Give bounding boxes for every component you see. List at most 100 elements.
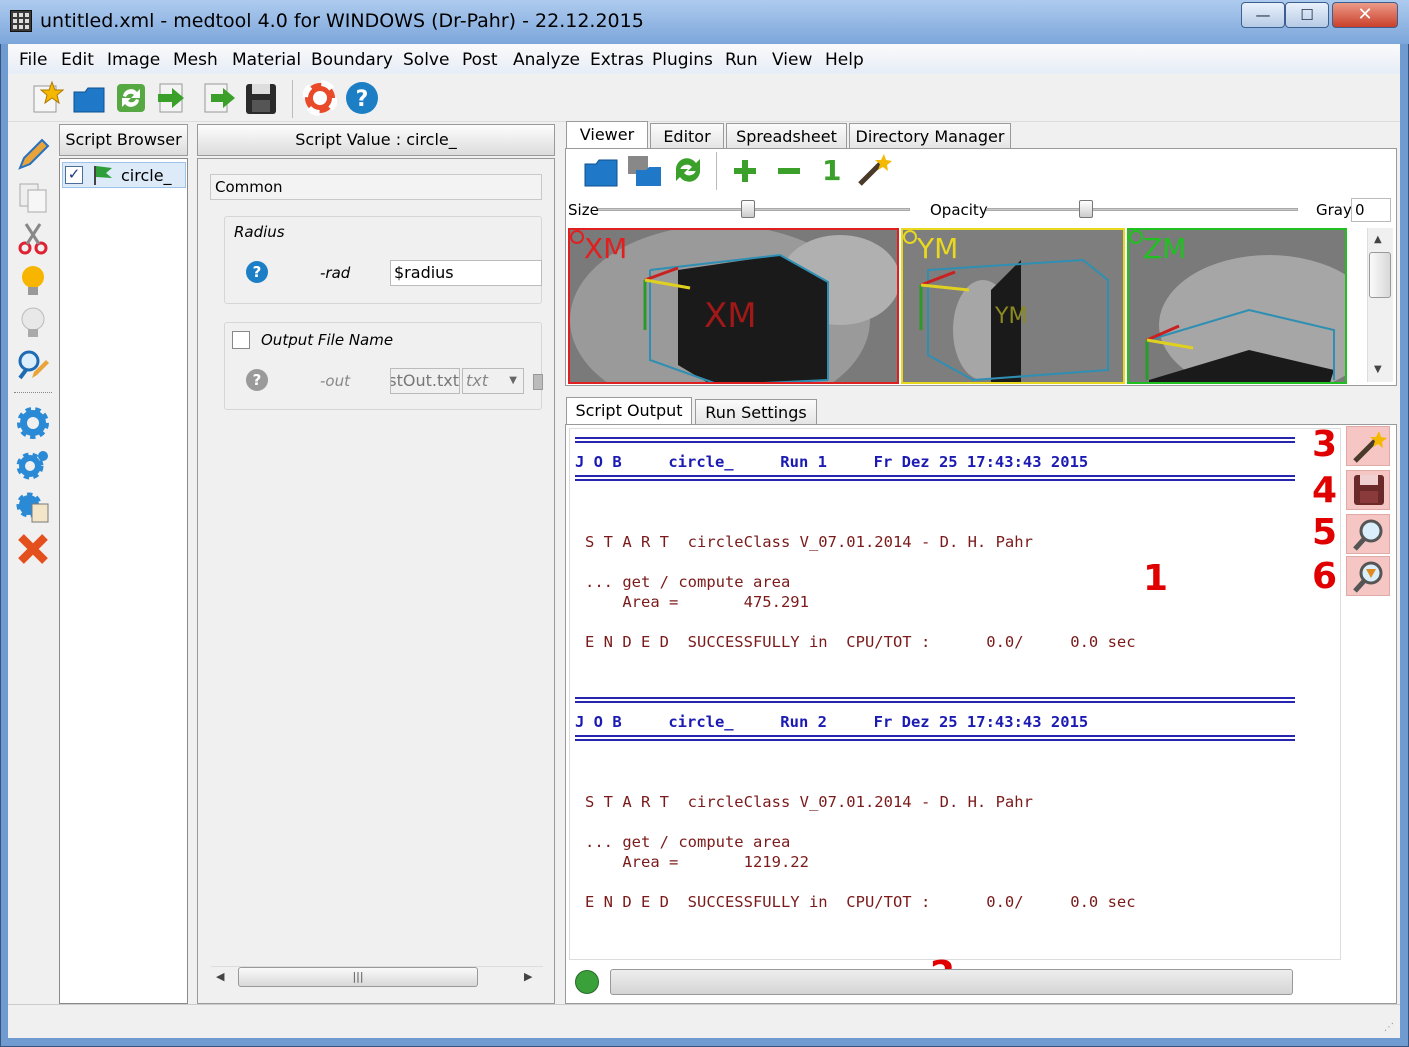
- menu-mesh[interactable]: Mesh: [173, 50, 218, 70]
- view-xm[interactable]: XM XM: [568, 228, 899, 384]
- run1-get-line: ... get / compute area: [585, 573, 791, 591]
- resize-grip-icon[interactable]: ⋰: [1384, 1022, 1394, 1033]
- run2-start-line: S T A R T circleClass V_07.01.2014 - D. …: [585, 793, 1033, 811]
- reload-icon[interactable]: [115, 80, 149, 116]
- scroll-down-icon[interactable]: ▼: [1374, 364, 1382, 375]
- menu-analyze[interactable]: Analyze: [513, 50, 580, 70]
- file-browse-icon: [533, 374, 543, 390]
- view-xm-inner-label: XM: [704, 296, 757, 336]
- outfile-ext-select: txt ▼: [462, 368, 524, 394]
- script-value-header[interactable]: Script Value : circle_: [197, 124, 555, 156]
- search-edit-icon[interactable]: [16, 348, 50, 382]
- menu-extras[interactable]: Extras: [590, 50, 644, 70]
- svg-text:?: ?: [356, 87, 369, 112]
- tab-run-settings[interactable]: Run Settings: [695, 399, 817, 426]
- tab-viewer[interactable]: Viewer: [566, 121, 648, 150]
- viewer-scroll-thumb[interactable]: [1369, 252, 1391, 298]
- menu-plugins[interactable]: Plugins: [652, 50, 713, 70]
- open-folder-icon[interactable]: [584, 152, 620, 188]
- view-zm[interactable]: ZM: [1127, 228, 1347, 384]
- close-button[interactable]: ✕: [1332, 2, 1398, 28]
- view-ym-label: YM: [917, 232, 959, 265]
- menu-help[interactable]: Help: [825, 50, 864, 70]
- gears-icon[interactable]: [16, 448, 50, 482]
- gray-label: Gray: [1316, 201, 1352, 219]
- section-common[interactable]: Common: [210, 174, 542, 200]
- menu-file[interactable]: File: [19, 50, 47, 70]
- help-question-icon[interactable]: ?: [345, 80, 379, 116]
- new-star-icon[interactable]: [30, 80, 65, 116]
- save-disk-button[interactable]: [1346, 470, 1390, 510]
- lightbulb-on-icon[interactable]: [16, 264, 50, 298]
- toolbar-separator: [292, 80, 293, 118]
- run2-get-line: ... get / compute area: [585, 833, 791, 851]
- reset-one-button[interactable]: 1: [822, 154, 841, 187]
- opacity-slider[interactable]: [986, 208, 1298, 211]
- zoom-in-plus-icon[interactable]: [732, 158, 758, 184]
- save-disk-icon[interactable]: [244, 80, 278, 116]
- wand-button[interactable]: [1346, 426, 1390, 466]
- tree-item-label: circle_: [121, 166, 172, 185]
- script-browser-header[interactable]: Script Browser: [59, 124, 188, 156]
- script-browser: [59, 158, 188, 1004]
- run2-area-line: Area = 1219.22: [585, 853, 809, 871]
- run2-ended-line: E N D E D SUCCESSFULLY in CPU/TOT : 0.0/…: [585, 893, 1136, 911]
- open-folder-icon[interactable]: [72, 80, 106, 116]
- scissors-icon[interactable]: [16, 222, 50, 256]
- size-label: Size: [568, 201, 599, 219]
- separator-rule: [575, 735, 1295, 741]
- ext-value: txt: [466, 371, 489, 390]
- menu-edit[interactable]: Edit: [61, 50, 94, 70]
- gear-clipboard-icon[interactable]: [16, 490, 50, 524]
- scroll-up-icon[interactable]: ▲: [1374, 234, 1382, 245]
- refresh-icon[interactable]: [670, 152, 706, 188]
- tab-editor[interactable]: Editor: [650, 123, 724, 150]
- copy-icon[interactable]: [16, 180, 50, 214]
- tab-script-output[interactable]: Script Output: [566, 397, 692, 426]
- zoom-out-minus-icon[interactable]: [776, 158, 802, 184]
- zoom-down-button[interactable]: [1346, 556, 1390, 596]
- callout-3: 3: [1312, 424, 1338, 465]
- param-out: -out: [320, 372, 350, 390]
- menu-image[interactable]: Image: [107, 50, 160, 70]
- pencil-icon[interactable]: [16, 138, 50, 172]
- menu-view[interactable]: View: [772, 50, 812, 70]
- view-zm-label: ZM: [1143, 232, 1187, 265]
- magic-wand-icon[interactable]: [856, 152, 894, 188]
- menu-material[interactable]: Material: [232, 50, 301, 70]
- viewer-toolbar-separator: [716, 152, 717, 190]
- run1-ended-line: E N D E D SUCCESSFULLY in CPU/TOT : 0.0/…: [585, 633, 1136, 651]
- script-output-console[interactable]: J O B circle_ Run 1 Fr Dez 25 17:43:43 2…: [569, 428, 1341, 960]
- help-lifebuoy-icon[interactable]: [302, 80, 338, 116]
- maximize-button[interactable]: ☐: [1285, 2, 1329, 28]
- import-icon[interactable]: [156, 80, 190, 116]
- scroll-left-icon[interactable]: ◀: [216, 970, 224, 983]
- scroll-right-icon[interactable]: ▶: [524, 970, 532, 983]
- gear-icon[interactable]: [16, 406, 50, 440]
- tab-directory-manager[interactable]: Directory Manager: [849, 123, 1011, 150]
- help-question-icon[interactable]: ?: [246, 261, 268, 283]
- size-slider-thumb[interactable]: [740, 200, 755, 218]
- open-series-icon[interactable]: [626, 152, 662, 188]
- item-checkbox[interactable]: ✓: [65, 166, 83, 184]
- help-question-icon-disabled: ?: [246, 369, 268, 391]
- menu-boundary[interactable]: Boundary: [311, 50, 393, 70]
- menu-post[interactable]: Post: [462, 50, 498, 70]
- tab-spreadsheet[interactable]: Spreadsheet: [726, 123, 847, 150]
- minimize-button[interactable]: —: [1241, 2, 1285, 28]
- flag-icon: [92, 164, 114, 186]
- opacity-slider-thumb[interactable]: [1078, 200, 1093, 218]
- gray-input[interactable]: 0: [1351, 198, 1391, 222]
- zoom-button[interactable]: [1346, 514, 1390, 554]
- lightbulb-off-icon[interactable]: [16, 306, 50, 340]
- view-ym[interactable]: YM YM: [901, 228, 1125, 384]
- menu-solve[interactable]: Solve: [403, 50, 449, 70]
- callout-4: 4: [1312, 470, 1338, 511]
- export-icon[interactable]: [203, 80, 237, 116]
- menu-run[interactable]: Run: [725, 50, 758, 70]
- delete-x-icon[interactable]: [16, 532, 50, 566]
- scroll-thumb[interactable]: |||: [238, 967, 478, 987]
- outfile-checkbox[interactable]: [232, 331, 250, 349]
- progress-bar: [610, 969, 1293, 995]
- radius-input[interactable]: $radius: [390, 260, 542, 286]
